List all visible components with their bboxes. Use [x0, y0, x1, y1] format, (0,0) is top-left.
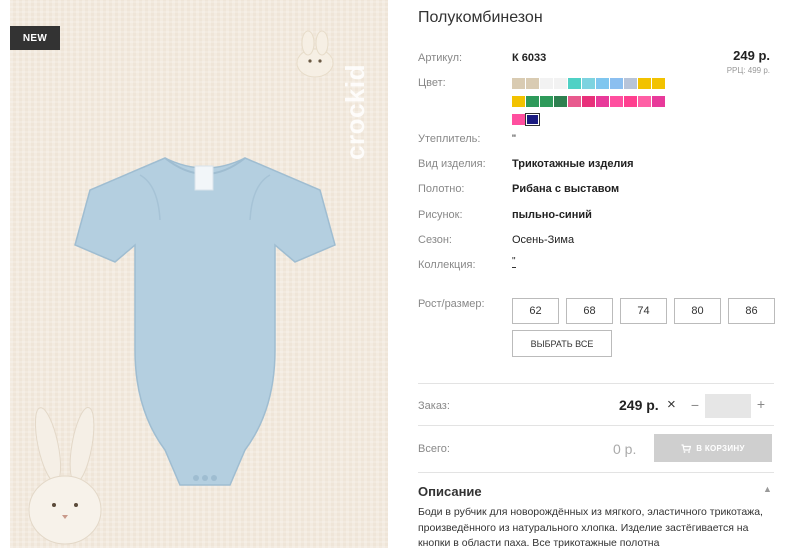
add-to-cart-button[interactable]: В КОРЗИНУ — [654, 434, 772, 462]
divider — [418, 425, 774, 426]
quantity-decrease-button[interactable]: − — [688, 397, 702, 413]
quantity-increase-button[interactable]: + — [755, 396, 767, 412]
color-swatch[interactable] — [540, 78, 553, 89]
color-swatch[interactable] — [512, 114, 525, 125]
color-swatch[interactable] — [568, 96, 581, 107]
add-to-cart-label: В КОРЗИНУ — [696, 443, 745, 453]
color-swatch[interactable] — [512, 78, 525, 89]
color-swatches — [512, 78, 672, 132]
color-swatch[interactable] — [624, 96, 637, 107]
color-swatch[interactable] — [610, 96, 623, 107]
size-label: Рост/размер: — [418, 298, 485, 310]
order-price: 249 р. — [619, 397, 659, 413]
new-badge: NEW — [10, 26, 60, 50]
pattern-label: Рисунок: — [418, 209, 463, 221]
fabric-value: Рибана с выставом — [512, 183, 620, 195]
color-swatch[interactable] — [540, 96, 553, 107]
color-swatch[interactable] — [582, 96, 595, 107]
color-swatch[interactable] — [652, 96, 665, 107]
color-swatch[interactable] — [596, 78, 609, 89]
divider — [418, 472, 774, 473]
size-options: 62 68 74 80 86 — [512, 298, 775, 324]
color-swatch[interactable] — [554, 96, 567, 107]
select-all-button[interactable]: ВЫБРАТЬ ВСЕ — [512, 330, 612, 357]
color-swatch[interactable] — [525, 113, 540, 126]
total-value: 0 р. — [613, 441, 637, 457]
bodysuit-illustration — [74, 157, 336, 486]
color-swatch[interactable] — [512, 96, 525, 107]
divider — [418, 383, 774, 384]
bunny-toy-decoration — [28, 407, 102, 545]
season-value: Осень-Зима — [512, 234, 575, 246]
collection-value: " — [512, 256, 516, 268]
color-swatch[interactable] — [526, 78, 539, 89]
order-label: Заказ: — [418, 400, 450, 412]
cart-icon — [681, 443, 692, 453]
article-value: К 6033 — [512, 52, 547, 64]
color-swatch[interactable] — [638, 78, 651, 89]
article-label: Артикул: — [418, 52, 463, 64]
collapse-chevron-icon[interactable]: ▲ — [763, 484, 772, 494]
color-swatch[interactable] — [526, 96, 539, 107]
product-title: Полукомбинезон — [418, 9, 543, 26]
color-swatch[interactable] — [638, 96, 651, 107]
recommended-price: РРЦ: 499 р. — [726, 66, 770, 75]
insulation-value: " — [512, 133, 516, 145]
size-button-62[interactable]: 62 — [512, 298, 559, 324]
color-swatch[interactable] — [582, 78, 595, 89]
color-swatch[interactable] — [568, 78, 581, 89]
product-price: 249 р. — [733, 48, 770, 63]
color-swatch[interactable] — [554, 78, 567, 89]
season-label: Сезон: — [418, 234, 452, 246]
insulation-label: Утеплитель: — [418, 133, 481, 145]
color-swatch[interactable] — [610, 78, 623, 89]
color-swatch[interactable] — [596, 96, 609, 107]
color-label: Цвет: — [418, 77, 446, 89]
multiply-icon: × — [667, 396, 676, 413]
color-swatch[interactable] — [624, 78, 637, 89]
size-button-68[interactable]: 68 — [566, 298, 613, 324]
pattern-value: пыльно-синий — [512, 209, 592, 221]
description-text: Боди в рубчик для новорождённых из мягко… — [418, 506, 763, 548]
size-button-74[interactable]: 74 — [620, 298, 667, 324]
size-button-80[interactable]: 80 — [674, 298, 721, 324]
fabric-label: Полотно: — [418, 183, 465, 195]
collection-label: Коллекция: — [418, 259, 476, 271]
description-title[interactable]: Описание — [418, 484, 482, 499]
product-type-label: Вид изделия: — [418, 158, 486, 170]
product-type-value: Трикотажные изделия — [512, 158, 634, 170]
color-swatch[interactable] — [652, 78, 665, 89]
product-image[interactable]: crockid NEW — [10, 0, 388, 548]
quantity-input[interactable] — [705, 394, 751, 418]
total-label: Всего: — [418, 443, 450, 455]
size-button-86[interactable]: 86 — [728, 298, 775, 324]
brand-watermark: crockid — [340, 64, 370, 160]
